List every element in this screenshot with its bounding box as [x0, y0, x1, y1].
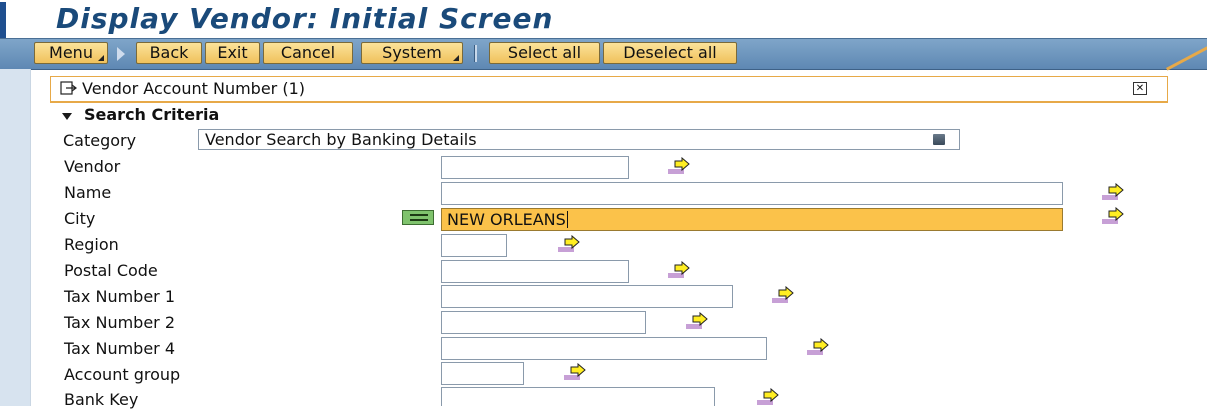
tax-number-1-input[interactable]	[441, 285, 733, 308]
exit-button-label: Exit	[217, 43, 248, 62]
multiple-selection-arrow-icon[interactable]	[668, 157, 692, 175]
bank-key-label: Bank Key	[64, 390, 139, 409]
application-toolbar: Menu Back Exit Cancel System Select all …	[0, 38, 1207, 70]
page-title: Display Vendor: Initial Screen	[56, 2, 554, 35]
multiple-selection-arrow-icon[interactable]	[772, 286, 796, 304]
deselect-all-button-label: Deselect all	[623, 43, 717, 62]
toolbar-arrow-icon	[117, 47, 125, 61]
title-bar: Display Vendor: Initial Screen	[0, 0, 1207, 38]
postal-code-input[interactable]	[441, 260, 629, 283]
back-button[interactable]: Back	[136, 42, 202, 64]
system-button-label: System	[382, 43, 442, 62]
name-label: Name	[64, 183, 112, 202]
postal-code-label: Postal Code	[64, 261, 158, 280]
close-icon[interactable]: ✕	[1133, 82, 1147, 95]
collapse-triangle-icon[interactable]	[62, 113, 72, 120]
tab-page-icon	[60, 81, 77, 95]
cancel-button[interactable]: Cancel	[263, 42, 353, 64]
region-input[interactable]	[441, 234, 507, 257]
tax-number-4-label: Tax Number 4	[64, 339, 176, 358]
multiple-selection-arrow-icon[interactable]	[757, 388, 781, 406]
city-label: City	[64, 209, 96, 228]
tax-number-2-label: Tax Number 2	[64, 313, 176, 332]
tax-number-1-label: Tax Number 1	[64, 287, 176, 306]
menu-button[interactable]: Menu	[34, 42, 108, 64]
equals-operator-icon[interactable]	[402, 210, 434, 225]
list-icon[interactable]	[933, 134, 945, 145]
toolbar-separator	[474, 45, 477, 62]
city-value: NEW ORLEANS	[447, 210, 568, 229]
section-title: Search Criteria	[84, 105, 220, 124]
dropdown-corner-icon	[453, 55, 459, 61]
exit-button[interactable]: Exit	[205, 42, 260, 64]
category-value: Vendor Search by Banking Details	[205, 130, 477, 149]
panel-header: Vendor Account Number (1) ✕	[50, 76, 1168, 103]
system-button[interactable]: System	[361, 42, 463, 64]
city-input[interactable]: NEW ORLEANS	[441, 208, 1063, 231]
account-group-label: Account group	[64, 365, 181, 384]
panel-title: Vendor Account Number (1)	[82, 79, 306, 98]
vendor-label: Vendor	[64, 157, 121, 176]
multiple-selection-arrow-icon[interactable]	[1102, 207, 1126, 225]
multiple-selection-arrow-icon[interactable]	[686, 312, 710, 330]
vendor-input[interactable]	[441, 156, 629, 179]
multiple-selection-arrow-icon[interactable]	[668, 261, 692, 279]
category-label: Category	[63, 131, 137, 150]
multiple-selection-arrow-icon[interactable]	[807, 338, 831, 356]
tax-number-4-input[interactable]	[441, 337, 767, 360]
multiple-selection-arrow-icon[interactable]	[1102, 183, 1126, 201]
multiple-selection-arrow-icon[interactable]	[558, 235, 582, 253]
multiple-selection-arrow-icon[interactable]	[564, 363, 588, 381]
name-input[interactable]	[441, 182, 1063, 205]
menu-button-label: Menu	[49, 43, 93, 62]
tax-number-2-input[interactable]	[441, 311, 646, 334]
account-group-input[interactable]	[441, 362, 524, 385]
select-all-button-label: Select all	[507, 43, 582, 62]
left-strip	[0, 69, 30, 406]
bank-key-input[interactable]	[441, 387, 715, 406]
cancel-button-label: Cancel	[280, 43, 336, 62]
dropdown-corner-icon	[98, 55, 104, 61]
region-label: Region	[64, 235, 119, 254]
deselect-all-button[interactable]: Deselect all	[603, 42, 737, 64]
back-button-label: Back	[149, 43, 189, 62]
category-select[interactable]: Vendor Search by Banking Details	[198, 129, 960, 150]
select-all-button[interactable]: Select all	[489, 42, 600, 64]
title-accent	[0, 2, 6, 38]
